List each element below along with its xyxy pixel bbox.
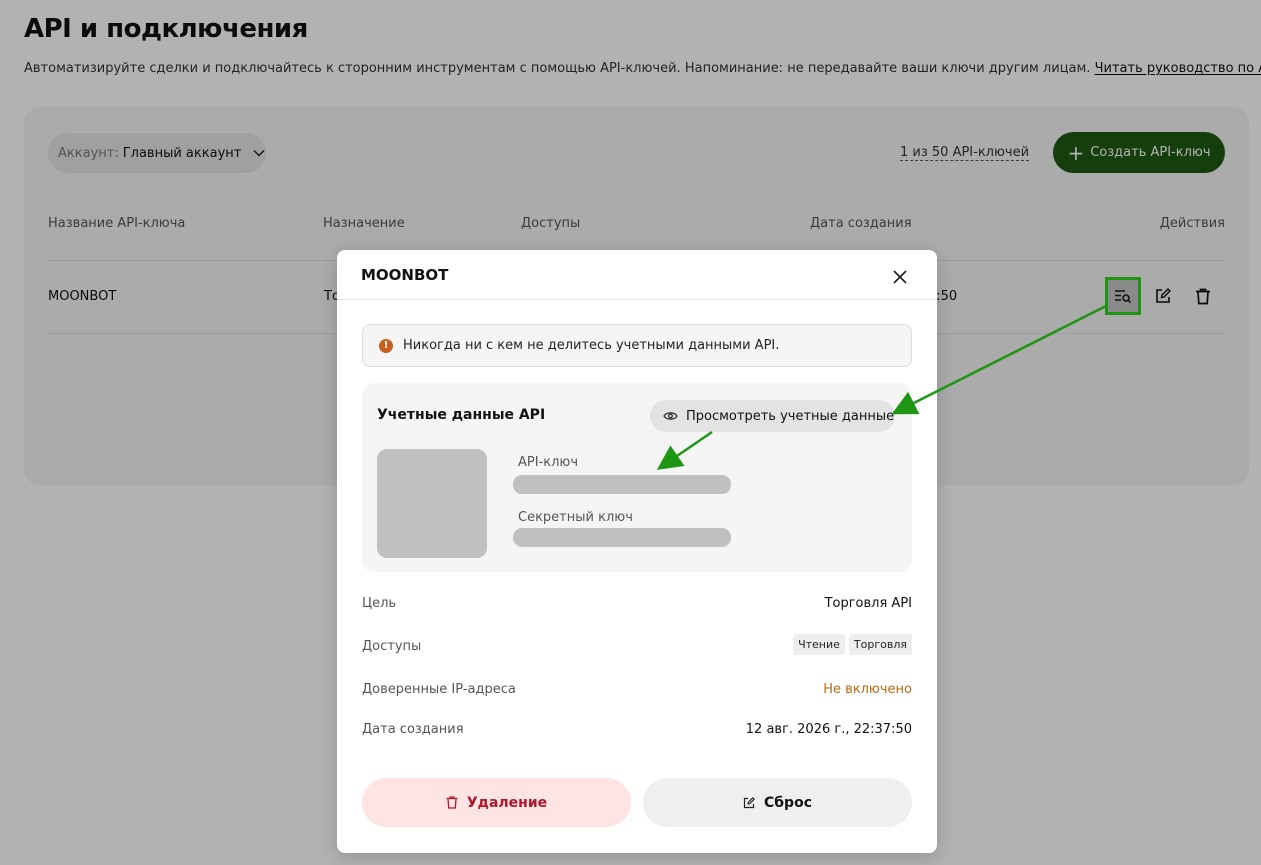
api-key-masked — [513, 475, 731, 494]
permissions-label: Доступы — [362, 639, 422, 654]
exclamation-icon: ! — [379, 338, 393, 353]
api-key-label: API-ключ — [518, 455, 579, 470]
reset-button[interactable]: Сброс — [643, 778, 912, 827]
permission-tags: Чтение Торговля — [793, 634, 912, 655]
modal-divider — [337, 299, 937, 300]
close-icon — [893, 270, 907, 284]
delete-label: Удаление — [466, 794, 548, 811]
warning-text: Никогда ни с кем не делитесь учетными да… — [403, 338, 780, 353]
purpose-label: Цель — [362, 596, 397, 611]
credentials-card: Учетные данные API Просмотреть учетные д… — [362, 383, 912, 572]
trash-icon — [446, 796, 458, 809]
purpose-value: Торговля API — [824, 596, 912, 611]
edit-icon — [743, 796, 755, 808]
trusted-ip-label: Доверенные IP-адреса — [362, 682, 516, 697]
permission-tag-trade: Торговля — [848, 634, 912, 655]
created-label: Дата создания — [362, 722, 464, 737]
view-credentials-button[interactable]: Просмотреть учетные данные — [650, 400, 895, 432]
qr-code-placeholder — [377, 449, 487, 558]
credentials-title: Учетные данные API — [377, 407, 546, 423]
created-value: 12 авг. 2026 г., 22:37:50 — [745, 722, 912, 737]
list-search-icon — [1115, 290, 1132, 304]
modal-title: MOONBOT — [361, 266, 449, 284]
view-details-button-highlighted[interactable] — [1105, 277, 1141, 315]
reset-label: Сброс — [764, 794, 812, 811]
delete-button[interactable]: Удаление — [362, 778, 631, 827]
eye-icon — [663, 412, 678, 420]
view-credentials-label: Просмотреть учетные данные — [686, 408, 895, 424]
secret-key-masked — [513, 528, 731, 547]
close-button[interactable] — [887, 264, 913, 290]
warning-banner: ! Никогда ни с кем не делитесь учетными … — [362, 324, 912, 367]
api-key-details-modal: MOONBOT ! Никогда ни с кем не делитесь у… — [337, 250, 937, 853]
secret-key-label: Секретный ключ — [518, 510, 633, 525]
trusted-ip-value: Не включено — [823, 682, 912, 697]
permission-tag-read: Чтение — [793, 634, 845, 655]
